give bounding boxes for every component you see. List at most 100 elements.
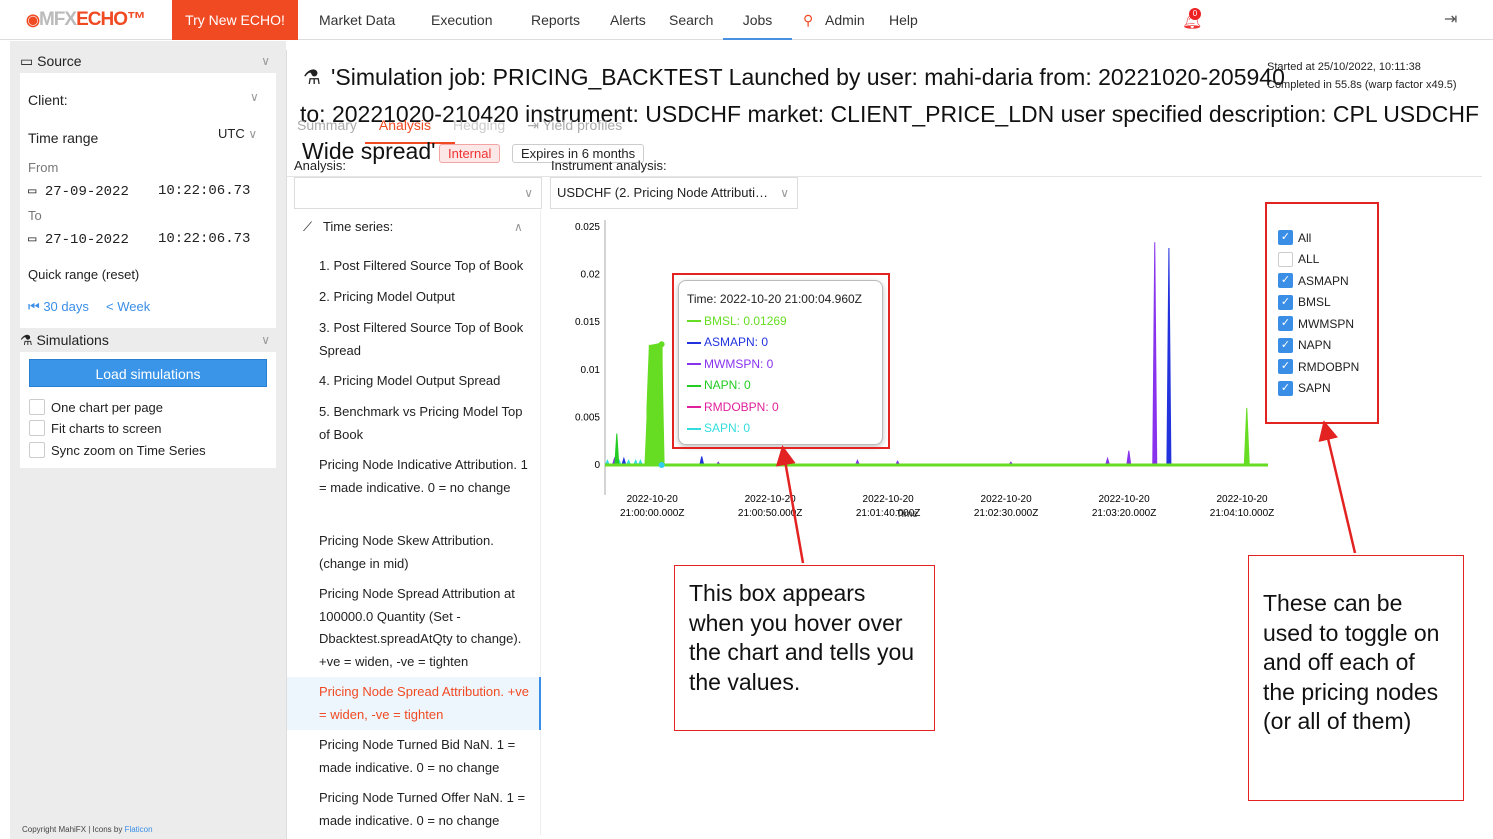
quick-30-days-button[interactable]: ⏮ 30 days [28, 299, 89, 315]
legend-toggle-rmdobpn[interactable]: ✓ RMDOBPN [1278, 356, 1359, 378]
time-series-item[interactable]: Pricing Node Skew Attribution. (change i… [319, 530, 534, 575]
x-tick-time: 21:00:50.000Z [738, 508, 803, 519]
time-range-label: Time range [28, 130, 99, 146]
tabs: Summary Analysis Hedging ⇥ Yield profile… [297, 117, 677, 139]
flask-icon: ⚗ [20, 332, 33, 348]
x-tick-date: 2022-10-20 [745, 494, 797, 505]
x-tick-time: 21:00:00.000Z [620, 508, 685, 519]
time-series-item[interactable]: 3. Post Filtered Source Top of Book Spre… [319, 317, 534, 362]
time-series-chart[interactable]: 0 0.005 0.01 0.015 0.02 0.025 2022-10-20 21:00:… [560, 210, 1280, 530]
checkbox[interactable]: ✓ [1278, 359, 1293, 375]
to-time-input[interactable]: 10:22:06.73 [158, 231, 250, 247]
nav-admin[interactable]: Admin [825, 0, 865, 40]
legend-toggle-bmsl[interactable]: ✓ BMSL [1278, 292, 1359, 314]
x-tick-time: 21:03:20.000Z [1092, 508, 1157, 519]
instrument-analysis-select[interactable]: USDCHF (2. Pricing Node Attributi… ∨ [550, 177, 798, 209]
nav-help[interactable]: Help [889, 0, 918, 40]
data-spike-mwmspn [1126, 450, 1132, 466]
one-chart-per-page-checkbox[interactable]: One chart per page [29, 399, 163, 415]
sidebar: ▭ Source ∨ Client: ∨ Time range UTC ∨ Fro… [10, 41, 286, 839]
to-label: To [28, 208, 42, 223]
sync-zoom-checkbox[interactable]: Sync zoom on Time Series [29, 442, 206, 458]
nav-jobs[interactable]: Jobs [723, 0, 792, 40]
from-date-input[interactable]: ▭ 27-09-2022 [28, 183, 129, 200]
logout-icon[interactable]: ⇥ [1444, 9, 1457, 29]
legend-toggle-napn[interactable]: ✓ NAPN [1278, 335, 1359, 357]
flask-icon: ⚗ [303, 67, 321, 89]
bmsl-plateau [646, 343, 663, 465]
checkbox[interactable]: ✓ [1278, 316, 1293, 332]
client-dropdown-chevron[interactable]: ∨ [250, 90, 259, 104]
x-tick-date: 2022-10-20 [1216, 494, 1268, 505]
to-date-input[interactable]: ▭ 27-10-2022 [28, 231, 129, 248]
checkbox[interactable]: ✓ [1278, 273, 1293, 289]
legend-toggle-mwmspn[interactable]: ✓ MWMSPN [1278, 313, 1359, 335]
simulations-panel: Load simulations One chart per page Fit … [20, 352, 276, 468]
from-time-input[interactable]: 10:22:06.73 [158, 183, 250, 199]
instrument-analysis-label: Instrument analysis: [551, 158, 667, 173]
tab-hedging[interactable]: Hedging [453, 117, 505, 139]
legend-toggle-asmapn[interactable]: ✓ ASMAPN [1278, 270, 1359, 292]
analysis-select[interactable]: ∨ [294, 177, 542, 209]
x-tick-time: 21:02:30.000Z [974, 508, 1039, 519]
tab-analysis[interactable]: Analysis [379, 117, 431, 139]
tooltip-highlight-box [672, 273, 890, 449]
y-tick-label: 0.02 [581, 270, 601, 281]
legend-toggle-all[interactable]: ALL [1278, 249, 1359, 271]
time-series-item[interactable]: Pricing Node Indicative Attribution. 1 =… [319, 454, 534, 499]
chevron-up-icon[interactable]: ∧ [514, 220, 523, 234]
time-series-item[interactable]: Pricing Node Spread Attribution. +ve = w… [319, 681, 534, 726]
data-spike-asmapn [1166, 247, 1172, 466]
simulations-section-header[interactable]: ⚗ Simulations ∨ [10, 328, 276, 352]
hover-annotation: This box appears when you hover over the… [674, 565, 935, 731]
y-tick-label: 0 [594, 460, 600, 471]
data-spike-bmsl [1243, 407, 1250, 466]
nav-market-data[interactable]: Market Data [319, 0, 395, 40]
started-at: Started at 25/10/2022, 10:11:38 [1267, 61, 1421, 73]
quick-week-button[interactable]: < Week [106, 299, 150, 314]
job-title-line1: 'Simulation job: PRICING_BACKTEST Launch… [331, 64, 1285, 90]
load-simulations-button[interactable]: Load simulations [29, 359, 267, 387]
flaticon-link[interactable]: Flaticon [125, 825, 153, 834]
tab-yield-profiles[interactable]: ⇥ Yield profiles [527, 117, 622, 139]
nav-reports[interactable]: Reports [531, 0, 580, 40]
checkbox[interactable]: ✓ [1278, 337, 1293, 353]
time-series-item[interactable]: Pricing Node Turned Bid NaN. 1 = made in… [319, 734, 534, 779]
internal-tag: Internal [439, 144, 501, 163]
checkbox[interactable]: ✓ [1278, 294, 1293, 310]
quick-range-reset[interactable]: Quick range (reset) [28, 267, 139, 282]
source-section-header[interactable]: ▭ Source ∨ [10, 49, 276, 73]
series-legend: ✓ All ALL ✓ ASMAPN ✓ BMSL ✓ MWMSPN ✓ NAPN ✓ RMDOBPN ✓… [1278, 227, 1359, 399]
x-tick-date: 2022-10-20 [1098, 494, 1150, 505]
checkbox[interactable]: ✓ [1278, 380, 1293, 396]
legend-toggle-all[interactable]: ✓ All [1278, 227, 1359, 249]
notification-badge: 0 [1189, 8, 1201, 20]
time-series-item[interactable]: 4. Pricing Model Output Spread [319, 370, 534, 393]
checkbox[interactable] [1278, 251, 1293, 267]
timezone-select[interactable]: UTC ∨ [218, 126, 257, 141]
client-label: Client: [28, 92, 68, 108]
time-series-item[interactable]: 5. Benchmark vs Pricing Model Top of Boo… [319, 401, 534, 446]
fit-charts-checkbox[interactable]: Fit charts to screen [29, 420, 162, 436]
source-panel: Client: ∨ Time range UTC ∨ From ▭ 27-09-… [20, 73, 276, 328]
try-new-echo-button[interactable]: Try New ECHO! [172, 0, 298, 40]
data-spike-napn [614, 433, 620, 466]
calendar-icon: ▭ [20, 53, 34, 69]
time-series-item[interactable]: Pricing Node Turned Offer NaN. 1 = made … [319, 787, 534, 832]
nav-alerts[interactable]: Alerts [610, 0, 646, 40]
nav-search[interactable]: Search [669, 0, 713, 40]
time-series-header[interactable]: ⟋ Time series: [303, 219, 393, 235]
legend-toggle-sapn[interactable]: ✓ SAPN [1278, 378, 1359, 400]
tab-summary[interactable]: Summary [297, 117, 357, 139]
from-label: From [28, 160, 59, 175]
chevron-down-icon: ∨ [261, 54, 270, 68]
nav-execution[interactable]: Execution [431, 0, 492, 40]
time-series-item[interactable]: Pricing Node Spread Attribution at 10000… [319, 583, 534, 673]
admin-icon: ⚲ [803, 12, 814, 28]
x-axis-label: Time [896, 509, 918, 520]
x-tick-time: 21:04:10.000Z [1210, 508, 1275, 519]
mfx-echo-logo[interactable]: ◉MFXECHO™ [26, 9, 146, 31]
time-series-item[interactable]: 2. Pricing Model Output [319, 286, 534, 309]
checkbox[interactable]: ✓ [1278, 230, 1293, 246]
time-series-item[interactable]: 1. Post Filtered Source Top of Book [319, 255, 534, 278]
